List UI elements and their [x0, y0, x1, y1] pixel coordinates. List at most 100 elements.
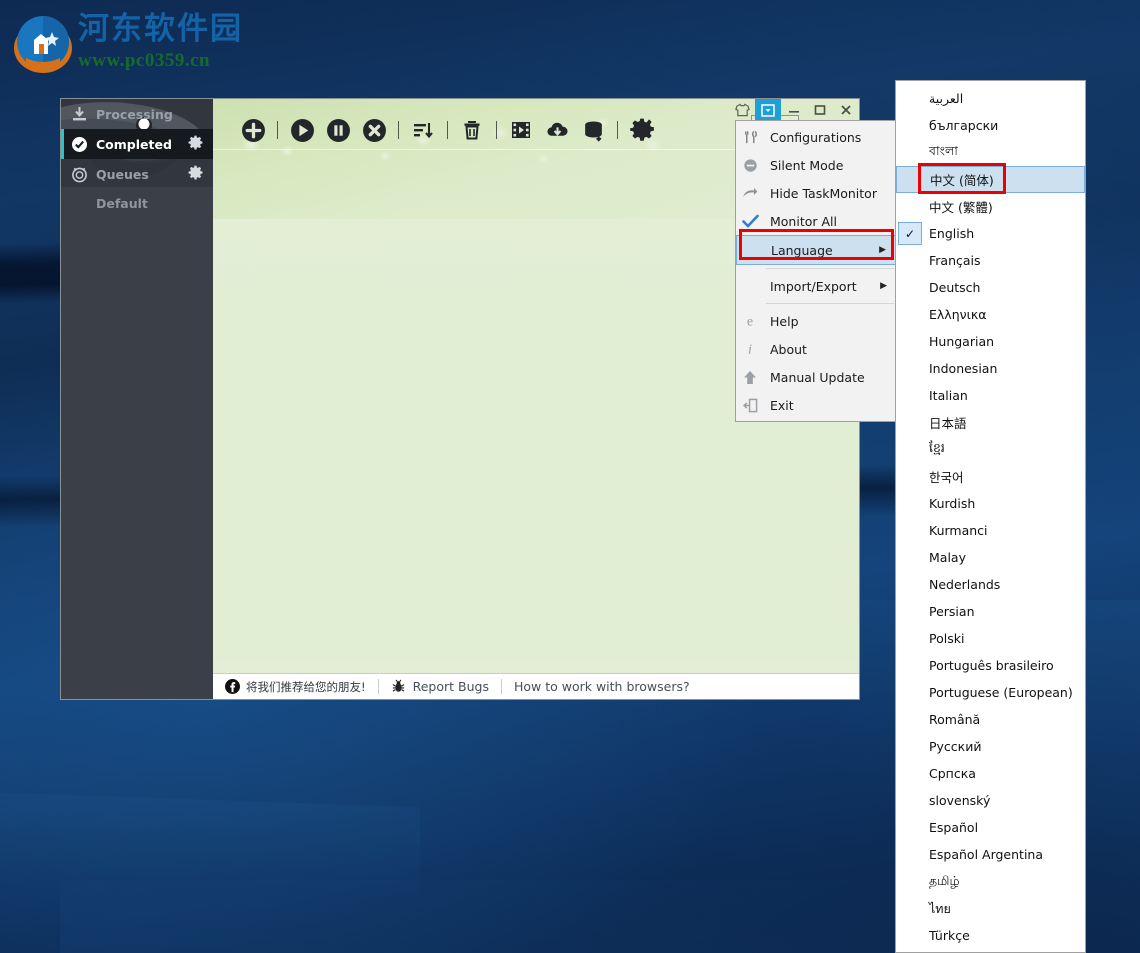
language-item-slovak[interactable]: slovenský — [896, 787, 1085, 814]
language-item-greek[interactable]: Ελληνικα — [896, 301, 1085, 328]
language-item-tamil[interactable]: தமிழ் — [896, 868, 1085, 895]
sidebar-item-queues[interactable]: Queues — [61, 159, 213, 189]
menu-label: Help — [770, 313, 799, 329]
language-item-japanese[interactable]: 日本語 — [896, 409, 1085, 436]
download-tray-icon — [69, 104, 89, 124]
menu-item-exit[interactable]: Exit — [736, 391, 896, 419]
start-button[interactable] — [284, 112, 320, 148]
language-item-bulgarian[interactable]: български — [896, 112, 1085, 139]
language-item-polski[interactable]: Polski — [896, 625, 1085, 652]
language-submenu: العربية български বাংলা 中文 (简体) 中文 (繁體) … — [895, 80, 1086, 953]
language-item-turkish[interactable]: Türkçe — [896, 922, 1085, 949]
toolbar — [213, 107, 660, 153]
menu-item-language[interactable]: Language ▶ — [736, 235, 896, 265]
language-item-serbian[interactable]: Српска — [896, 760, 1085, 787]
sidebar-label-processing: Processing — [96, 106, 173, 122]
language-item-khmer[interactable]: ខ្មែរ — [896, 436, 1085, 463]
sort-button[interactable] — [405, 112, 441, 148]
menu-item-help[interactable]: e Help — [736, 307, 896, 335]
stop-button[interactable] — [356, 112, 392, 148]
menu-separator — [766, 268, 894, 269]
browsers-help-link[interactable]: How to work with browsers? — [502, 674, 702, 699]
language-label: 한국어 — [929, 470, 964, 485]
language-item-chinese-traditional[interactable]: 中文 (繁體) — [896, 193, 1085, 220]
media-grabber-button[interactable] — [503, 112, 539, 148]
recommend-link[interactable]: 将我们推荐给您的朋友! — [213, 674, 378, 699]
menu-item-silent-mode[interactable]: Silent Mode — [736, 151, 896, 179]
language-item-chinese-simplified[interactable]: 中文 (简体) — [896, 166, 1085, 193]
edge-e-icon: e — [736, 307, 764, 335]
language-item-kurmanci[interactable]: Kurmanci — [896, 517, 1085, 544]
language-label: Deutsch — [929, 280, 981, 295]
language-item-spanish[interactable]: Español — [896, 814, 1085, 841]
add-task-button[interactable] — [235, 112, 271, 148]
language-item-german[interactable]: Deutsch — [896, 274, 1085, 301]
svg-text:e: e — [747, 315, 753, 330]
close-icon[interactable] — [833, 99, 859, 121]
menu-item-monitor-all[interactable]: Monitor All — [736, 207, 896, 235]
language-label: slovenský — [929, 793, 991, 808]
bug-icon — [391, 679, 406, 694]
sidebar-item-processing[interactable]: Processing — [61, 99, 213, 129]
language-item-persian[interactable]: Persian — [896, 598, 1085, 625]
minus-circle-icon — [736, 151, 764, 179]
language-label: Српска — [929, 766, 976, 781]
menu-item-configurations[interactable]: Configurations — [736, 123, 896, 151]
language-item-indonesian[interactable]: Indonesian — [896, 355, 1085, 382]
language-label: Polski — [929, 631, 965, 646]
language-item-russian[interactable]: Русский — [896, 733, 1085, 760]
language-item-kurdish[interactable]: Kurdish — [896, 490, 1085, 517]
pause-button[interactable] — [320, 112, 356, 148]
status-bar: 将我们推荐给您的朋友! Report Bugs How to work with… — [213, 673, 859, 699]
menu-item-manual-update[interactable]: Manual Update — [736, 363, 896, 391]
report-bugs-link[interactable]: Report Bugs — [379, 674, 501, 699]
sidebar-subitem-default[interactable]: Default — [61, 189, 213, 217]
language-item-english[interactable]: ✓ English — [896, 220, 1085, 247]
language-item-thai[interactable]: ไทย — [896, 895, 1085, 922]
gear-icon[interactable] — [188, 135, 203, 153]
cloud-download-button[interactable] — [539, 112, 575, 148]
language-item-malay[interactable]: Malay — [896, 544, 1085, 571]
minimize-icon[interactable] — [781, 99, 807, 121]
language-label: Indonesian — [929, 361, 998, 376]
language-icon-placeholder — [737, 236, 765, 264]
language-item-hungarian[interactable]: Hungarian — [896, 328, 1085, 355]
menu-item-about[interactable]: i About — [736, 335, 896, 363]
language-label: Malay — [929, 550, 966, 565]
language-item-bengali[interactable]: বাংলা — [896, 139, 1085, 166]
language-label: Русский — [929, 739, 982, 754]
delete-button[interactable] — [454, 112, 490, 148]
maximize-icon[interactable] — [807, 99, 833, 121]
chevron-right-icon: ▶ — [880, 281, 887, 291]
sidebar-item-completed[interactable]: Completed — [61, 129, 213, 159]
watermark-url: www.pc0359.cn — [78, 50, 211, 71]
menu-item-import-export[interactable]: Import/Export ▶ — [736, 272, 896, 300]
settings-button[interactable] — [624, 112, 660, 148]
storage-button[interactable] — [575, 112, 611, 148]
gear-icon[interactable] — [188, 165, 203, 183]
language-item-arabic[interactable]: العربية — [896, 85, 1085, 112]
language-label: Kurdish — [929, 496, 976, 511]
shirt-icon[interactable] — [729, 99, 755, 121]
language-label: Français — [929, 253, 981, 268]
language-label: Türkçe — [929, 928, 970, 943]
language-item-romanian[interactable]: Română — [896, 706, 1085, 733]
language-item-nederlands[interactable]: Nederlands — [896, 571, 1085, 598]
window-caption-controls — [729, 99, 859, 121]
language-label: 中文 (简体) — [930, 173, 994, 188]
language-item-portuguese-brazil[interactable]: Português brasileiro — [896, 652, 1085, 679]
recommend-text: 将我们推荐给您的朋友! — [246, 679, 366, 694]
language-label: Persian — [929, 604, 975, 619]
language-item-spanish-argentina[interactable]: Español Argentina — [896, 841, 1085, 868]
dropdown-box-icon[interactable] — [755, 99, 781, 121]
menu-label: Silent Mode — [770, 157, 844, 173]
menu-label: Hide TaskMonitor — [770, 185, 877, 201]
menu-item-hide-taskmonitor[interactable]: Hide TaskMonitor — [736, 179, 896, 207]
svg-text:i: i — [748, 343, 752, 358]
language-item-french[interactable]: Français — [896, 247, 1085, 274]
language-label: Română — [929, 712, 981, 727]
wallpaper-fold — [0, 792, 420, 898]
language-item-korean[interactable]: 한국어 — [896, 463, 1085, 490]
language-item-italian[interactable]: Italian — [896, 382, 1085, 409]
language-item-portuguese-european[interactable]: Portuguese (European) — [896, 679, 1085, 706]
